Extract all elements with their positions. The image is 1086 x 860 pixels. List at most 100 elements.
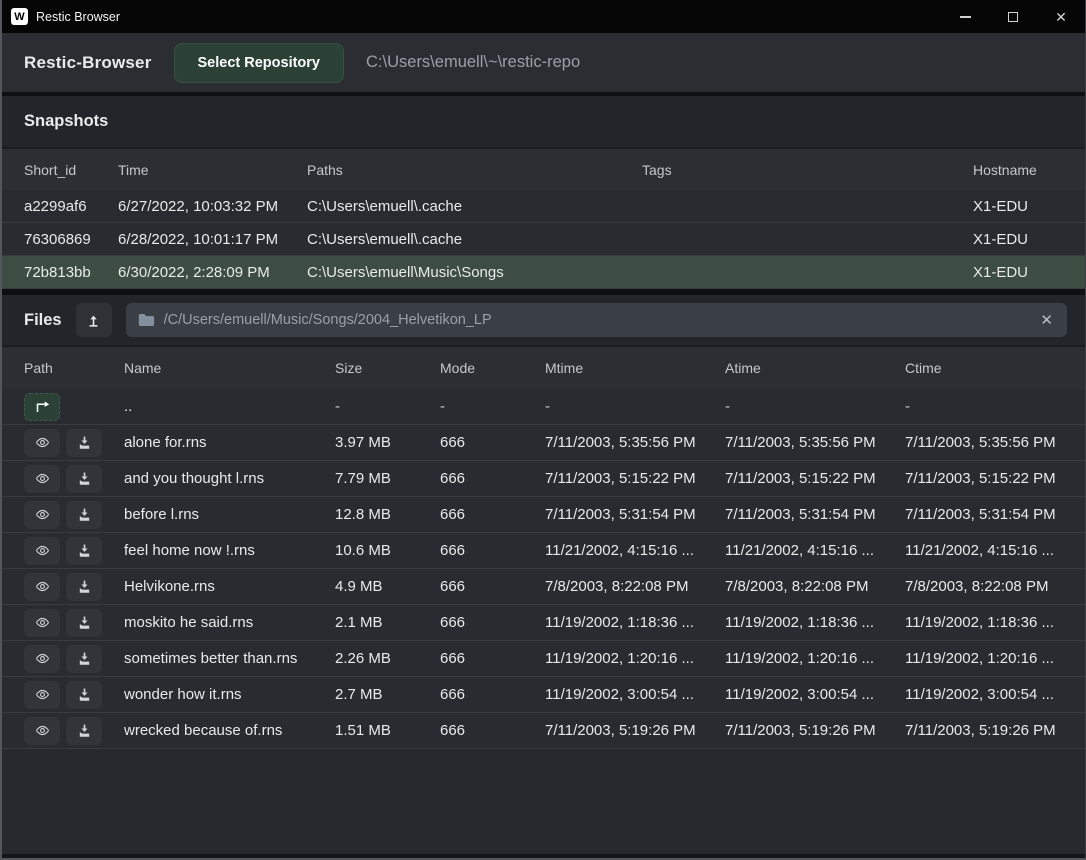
file-mtime: 11/19/2002, 1:18:36 ... [545, 614, 725, 631]
file-mode: 666 [440, 686, 545, 703]
download-icon [77, 615, 92, 630]
file-row: feel home now !.rns 10.6 MB 666 11/21/20… [2, 533, 1085, 569]
minimize-button[interactable] [941, 0, 989, 33]
file-mode: 666 [440, 722, 545, 739]
column-header-name[interactable]: Name [124, 360, 335, 376]
file-size: 7.79 MB [335, 470, 440, 487]
download-file-button[interactable] [66, 573, 102, 601]
clear-path-button[interactable]: ✕ [1038, 311, 1055, 329]
column-header-short-id[interactable]: Short_id [24, 162, 118, 178]
file-size: 2.7 MB [335, 686, 440, 703]
files-toolbar: Files /C/Users/emuell/Music/Songs/2004_H… [2, 295, 1085, 345]
snapshot-time: 6/30/2022, 2:28:09 PM [118, 264, 307, 281]
column-header-paths[interactable]: Paths [307, 162, 642, 178]
preview-file-button[interactable] [24, 609, 60, 637]
column-header-atime[interactable]: Atime [725, 360, 905, 376]
file-atime: 11/19/2002, 3:00:54 ... [725, 686, 905, 703]
download-file-button[interactable] [66, 645, 102, 673]
maximize-icon [1008, 12, 1018, 22]
file-row: Helvikone.rns 4.9 MB 666 7/8/2003, 8:22:… [2, 569, 1085, 605]
column-header-tags[interactable]: Tags [642, 162, 973, 178]
clear-icon: ✕ [1040, 312, 1053, 329]
select-repository-button[interactable]: Select Repository [174, 43, 345, 83]
empty-area [2, 749, 1085, 858]
file-mode: 666 [440, 614, 545, 631]
column-header-time[interactable]: Time [118, 162, 307, 178]
snapshot-paths: C:\Users\emuell\.cache [307, 198, 642, 215]
download-icon [77, 543, 92, 558]
current-path-input[interactable]: /C/Users/emuell/Music/Songs/2004_Helveti… [126, 303, 1067, 337]
file-atime: 11/19/2002, 1:20:16 ... [725, 650, 905, 667]
preview-file-button[interactable] [24, 573, 60, 601]
file-row: wonder how it.rns 2.7 MB 666 11/19/2002,… [2, 677, 1085, 713]
app-window: W Restic Browser ✕ Restic-Browser Select… [0, 0, 1086, 860]
snapshot-short-id: 72b813bb [24, 264, 118, 281]
preview-file-button[interactable] [24, 681, 60, 709]
arrow-up-from-bar-icon [86, 313, 101, 328]
preview-file-button[interactable] [24, 717, 60, 745]
parent-directory-button[interactable] [76, 303, 112, 337]
column-header-size[interactable]: Size [335, 360, 440, 376]
snapshot-row[interactable]: 72b813bb 6/30/2022, 2:28:09 PM C:\Users\… [2, 256, 1085, 289]
preview-file-button[interactable] [24, 537, 60, 565]
file-name: before l.rns [124, 506, 335, 523]
file-mode: 666 [440, 578, 545, 595]
snapshot-row[interactable]: a2299af6 6/27/2022, 10:03:32 PM C:\Users… [2, 190, 1085, 223]
eye-icon [33, 687, 52, 702]
file-ctime: 7/11/2003, 5:35:56 PM [905, 434, 1063, 451]
download-file-button[interactable] [66, 501, 102, 529]
download-icon [77, 723, 92, 738]
download-file-button[interactable] [66, 717, 102, 745]
file-ctime: 7/11/2003, 5:31:54 PM [905, 506, 1063, 523]
snapshot-hostname: X1-EDU [973, 264, 1063, 281]
window-controls: ✕ [941, 0, 1085, 33]
file-row: wrecked because of.rns 1.51 MB 666 7/11/… [2, 713, 1085, 749]
column-header-hostname[interactable]: Hostname [973, 162, 1063, 178]
file-ctime: 11/21/2002, 4:15:16 ... [905, 542, 1063, 559]
preview-file-button[interactable] [24, 465, 60, 493]
download-file-button[interactable] [66, 537, 102, 565]
column-header-path[interactable]: Path [24, 360, 124, 376]
files-table-body: alone for.rns 3.97 MB 666 7/11/2003, 5:3… [2, 425, 1085, 749]
column-header-ctime[interactable]: Ctime [905, 360, 1063, 376]
column-header-mode[interactable]: Mode [440, 360, 545, 376]
preview-file-button[interactable] [24, 429, 60, 457]
file-mtime: 7/11/2003, 5:31:54 PM [545, 506, 725, 523]
download-file-button[interactable] [66, 429, 102, 457]
download-icon [77, 687, 92, 702]
download-file-button[interactable] [66, 609, 102, 637]
file-name: Helvikone.rns [124, 578, 335, 595]
preview-file-button[interactable] [24, 501, 60, 529]
file-size: 2.26 MB [335, 650, 440, 667]
snapshot-hostname: X1-EDU [973, 231, 1063, 248]
download-file-button[interactable] [66, 465, 102, 493]
titlebar: W Restic Browser ✕ [2, 0, 1085, 33]
file-size: 4.9 MB [335, 578, 440, 595]
window-title: Restic Browser [36, 10, 120, 24]
file-atime: 11/21/2002, 4:15:16 ... [725, 542, 905, 559]
file-name: feel home now !.rns [124, 542, 335, 559]
snapshot-row[interactable]: 76306869 6/28/2022, 10:01:17 PM C:\Users… [2, 223, 1085, 256]
go-up-directory-button[interactable] [24, 393, 60, 421]
eye-icon [33, 507, 52, 522]
eye-icon [33, 651, 52, 666]
wails-app-icon: W [11, 8, 28, 25]
maximize-button[interactable] [989, 0, 1037, 33]
repository-path: C:\Users\emuell\~\restic-repo [366, 53, 580, 72]
preview-file-button[interactable] [24, 645, 60, 673]
download-file-button[interactable] [66, 681, 102, 709]
file-size: 12.8 MB [335, 506, 440, 523]
download-icon [77, 651, 92, 666]
eye-icon [33, 435, 52, 450]
file-row: before l.rns 12.8 MB 666 7/11/2003, 5:31… [2, 497, 1085, 533]
file-size: - [335, 398, 440, 415]
file-name: .. [124, 398, 335, 415]
column-header-mtime[interactable]: Mtime [545, 360, 725, 376]
file-row: moskito he said.rns 2.1 MB 666 11/19/200… [2, 605, 1085, 641]
close-button[interactable]: ✕ [1037, 0, 1085, 33]
file-mtime: 11/19/2002, 1:20:16 ... [545, 650, 725, 667]
file-name: wrecked because of.rns [124, 722, 335, 739]
file-size: 1.51 MB [335, 722, 440, 739]
eye-icon [33, 615, 52, 630]
file-ctime: - [905, 398, 1063, 415]
